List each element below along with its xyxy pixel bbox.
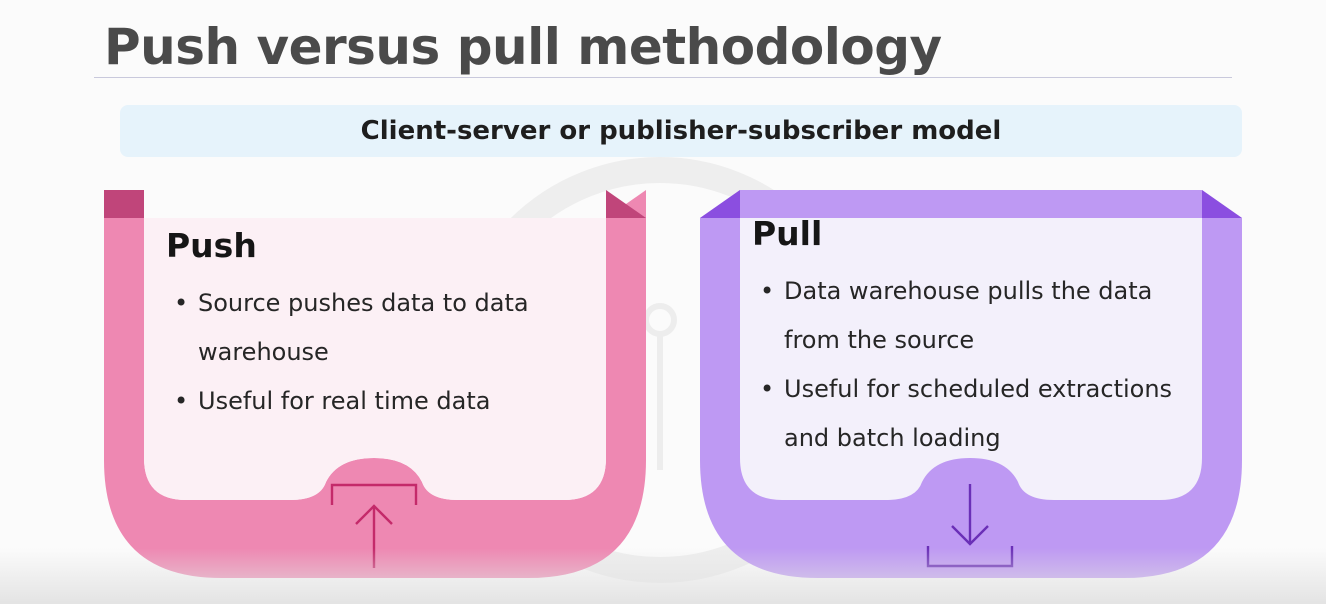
push-bullet-list: Source pushes data to data warehouse Use… bbox=[168, 279, 588, 426]
pull-bullet-list: Data warehouse pulls the data from the s… bbox=[754, 267, 1194, 463]
pull-left-fold bbox=[700, 190, 740, 218]
list-item: Data warehouse pulls the data from the s… bbox=[754, 267, 1194, 365]
pull-heading: Pull bbox=[752, 214, 823, 253]
push-heading: Push bbox=[166, 226, 257, 265]
list-item: Source pushes data to data warehouse bbox=[168, 279, 588, 377]
pull-right-fold bbox=[1202, 190, 1242, 218]
list-item: Useful for real time data bbox=[168, 377, 588, 426]
list-item: Useful for scheduled extractions and bat… bbox=[754, 365, 1194, 463]
